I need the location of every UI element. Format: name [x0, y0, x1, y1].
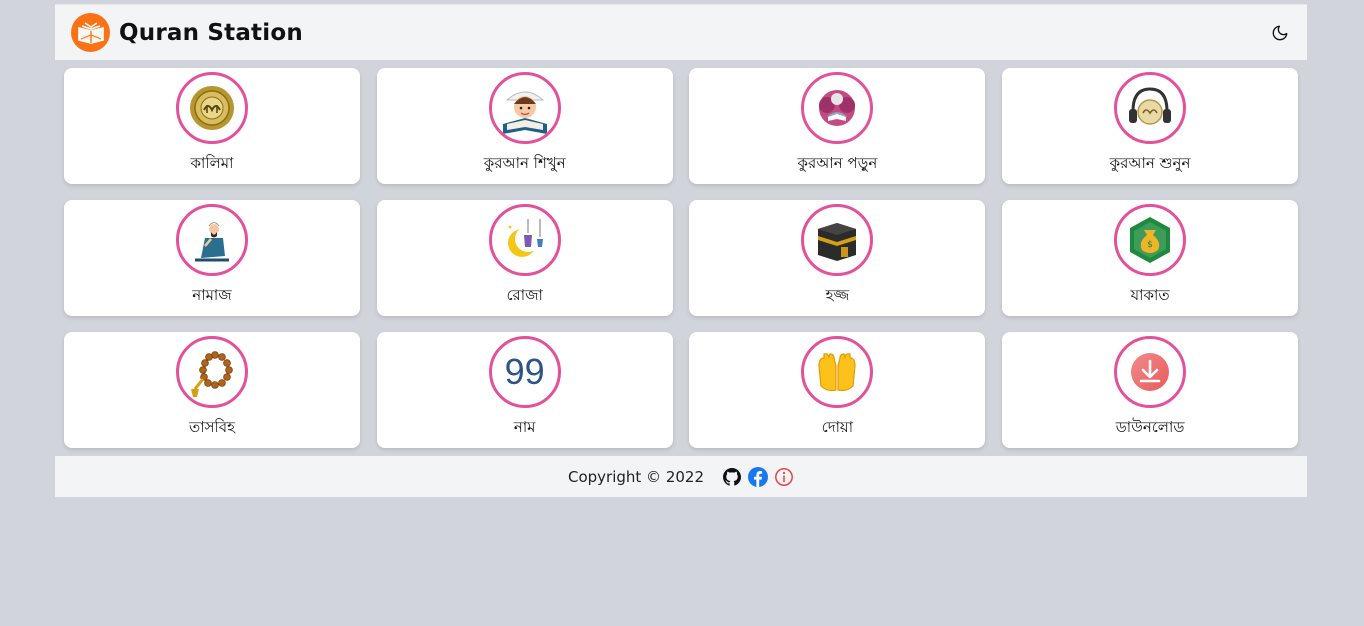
card-label: যাকাত	[1130, 286, 1170, 304]
kaaba-icon	[801, 204, 874, 276]
card-label: নাম	[513, 418, 536, 436]
header: Quran Station	[55, 4, 1307, 60]
card-label: তাসবিহ	[188, 418, 236, 436]
card-label: নামাজ	[192, 286, 232, 304]
info-icon[interactable]	[774, 467, 794, 487]
open-quran-book-icon	[71, 13, 110, 52]
praying-man-icon	[176, 204, 248, 276]
card-names[interactable]: 99 নাম	[376, 332, 673, 448]
kalima-medallion-icon	[176, 72, 248, 144]
crescent-lanterns-icon	[488, 204, 561, 276]
card-zakat[interactable]: $ যাকাত	[1002, 200, 1299, 316]
app-title: Quran Station	[119, 19, 303, 46]
card-label: হজ্জ	[825, 286, 850, 304]
svg-text:$: $	[1147, 240, 1153, 250]
card-read-quran[interactable]: কুরআন পড়ুন	[689, 68, 986, 184]
moon-icon[interactable]	[1269, 22, 1291, 44]
ninety-nine-names-icon: 99	[488, 336, 561, 408]
github-icon[interactable]	[722, 467, 742, 487]
card-label: রোজা	[506, 286, 543, 304]
app-container: Quran Station কালিমা কুরআন শিখুন কুরআন প…	[55, 4, 1307, 497]
ninety-nine-text: 99	[504, 351, 545, 392]
money-bag-icon: $	[1114, 204, 1187, 276]
download-icon	[1114, 336, 1187, 408]
card-listen-quran[interactable]: কুরআন শুনুন	[1002, 68, 1299, 184]
card-label: কুরআন পড়ুন	[797, 154, 878, 172]
card-download[interactable]: ডাউনলোড	[1002, 332, 1299, 448]
facebook-icon[interactable]	[748, 466, 768, 487]
card-hajj[interactable]: হজ্জ	[689, 200, 986, 316]
card-learn-quran[interactable]: কুরআন শিখুন	[376, 68, 673, 184]
card-label: দোয়া	[821, 418, 854, 436]
card-label: কালিমা	[190, 154, 234, 172]
prayer-beads-icon	[176, 336, 248, 408]
person-reading-quran-icon	[801, 72, 874, 144]
card-kalima[interactable]: কালিমা	[64, 68, 360, 184]
card-tasbih[interactable]: তাসবিহ	[64, 332, 360, 448]
card-dua[interactable]: দোয়া	[689, 332, 986, 448]
card-label: ডাউনলোড	[1115, 418, 1185, 436]
card-namaz[interactable]: নামাজ	[64, 200, 360, 316]
card-roza[interactable]: রোজা	[376, 200, 673, 316]
headphones-quran-icon	[1114, 72, 1187, 144]
copyright-text: Copyright © 2022	[567, 467, 704, 486]
footer: Copyright © 2022	[55, 456, 1307, 497]
feature-grid: কালিমা কুরআন শিখুন কুরআন পড়ুন কুরআন শুন…	[55, 60, 1307, 456]
card-label: কুরআন শুনুন	[1109, 154, 1191, 172]
footer-icons	[722, 466, 794, 487]
dua-hands-icon	[801, 336, 874, 408]
brand[interactable]: Quran Station	[71, 13, 303, 52]
card-label: কুরআন শিখুন	[483, 154, 566, 172]
child-reading-quran-icon	[488, 72, 561, 144]
